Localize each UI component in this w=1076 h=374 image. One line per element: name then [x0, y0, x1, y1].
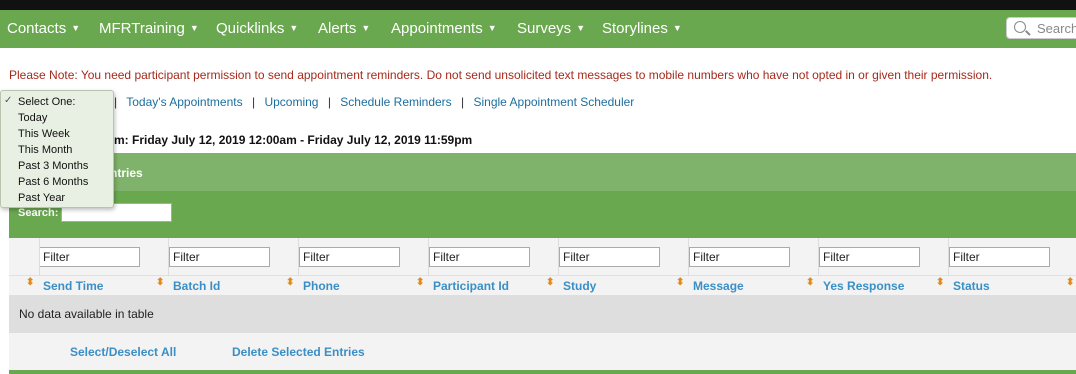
delete-selected-entries-link[interactable]: Delete Selected Entries	[232, 345, 365, 359]
window-top-strip	[0, 0, 1076, 10]
filter-message[interactable]: Filter	[689, 247, 790, 267]
dropdown-option-this-week[interactable]: This Week	[18, 128, 70, 140]
sort-icon[interactable]: ⬍	[936, 277, 944, 288]
link-todays-appointments[interactable]: Today's Appointments	[126, 95, 242, 109]
filter-yes-response[interactable]: Filter	[819, 247, 920, 267]
nav-alerts[interactable]: Alerts ▼	[318, 20, 370, 37]
global-search-placeholder: Search	[1037, 21, 1076, 36]
appointment-subnav: | Today's Appointments | Upcoming | Sche…	[114, 95, 634, 109]
sort-icon[interactable]: ⬍	[416, 277, 424, 288]
chevron-down-icon: ▼	[361, 23, 371, 33]
column-message[interactable]: Message	[693, 279, 744, 293]
table-footer: Select/Deselect All Delete Selected Entr…	[9, 333, 1076, 371]
date-range-text: m: Friday July 12, 2019 12:00am - Friday…	[114, 133, 473, 147]
column-send-time[interactable]: Send Time	[43, 279, 103, 293]
sort-icon[interactable]: ⬍	[546, 277, 554, 288]
link-schedule-reminders[interactable]: Schedule Reminders	[340, 95, 451, 109]
link-single-appointment-scheduler[interactable]: Single Appointment Scheduler	[474, 95, 635, 109]
filter-phone[interactable]: Filter	[299, 247, 400, 267]
nav-contacts[interactable]: Contacts ▼	[7, 20, 80, 37]
chevron-down-icon: ▼	[576, 23, 586, 33]
sort-icon[interactable]: ⬍	[1066, 277, 1074, 288]
chevron-down-icon: ▼	[672, 23, 682, 33]
nav-mfrtraining[interactable]: MFRTraining ▼	[99, 20, 199, 37]
link-separator: |	[114, 95, 118, 109]
empty-table-row: No data available in table	[9, 295, 1076, 333]
nav-quicklinks[interactable]: Quicklinks ▼	[216, 20, 298, 37]
nav-quicklinks-label: Quicklinks	[216, 20, 285, 37]
nav-surveys-label: Surveys	[517, 20, 572, 37]
link-separator: |	[327, 95, 331, 109]
nav-surveys[interactable]: Surveys ▼	[517, 20, 585, 37]
filter-row: Filter Filter Filter Filter Filter Filte…	[9, 238, 1076, 276]
dropdown-option-past-year[interactable]: Past Year	[18, 192, 65, 204]
column-study[interactable]: Study	[563, 279, 596, 293]
search-icon	[1014, 21, 1026, 33]
sort-icon[interactable]: ⬍	[676, 277, 684, 288]
empty-table-message: No data available in table	[19, 307, 154, 321]
chevron-down-icon: ▼	[71, 23, 81, 33]
date-range-dropdown[interactable]: ✓ Select One: Today This Week This Month…	[0, 90, 114, 208]
nav-appointments[interactable]: Appointments ▼	[391, 20, 497, 37]
link-separator: |	[251, 95, 256, 109]
column-participant-id[interactable]: Participant Id	[433, 279, 509, 293]
nav-mfrtraining-label: MFRTraining	[99, 20, 185, 37]
nav-alerts-label: Alerts	[318, 20, 357, 37]
permission-notice: Please Note: You need participant permis…	[9, 68, 993, 82]
panel-bottom-border	[9, 370, 1076, 374]
table-header-row: ⬍ Send Time ⬍ Batch Id ⬍ Phone ⬍ Partici…	[9, 276, 1076, 295]
sort-icon[interactable]: ⬍	[286, 277, 294, 288]
filter-participant-id[interactable]: Filter	[429, 247, 530, 267]
link-upcoming[interactable]: Upcoming	[264, 95, 318, 109]
link-separator: |	[461, 95, 465, 109]
dropdown-option-today[interactable]: Today	[18, 112, 47, 124]
table-search-label: Search:	[18, 207, 59, 219]
nav-storylines-label: Storylines	[602, 20, 668, 37]
checkmark-icon: ✓	[4, 95, 13, 106]
entries-panel-header	[9, 153, 1076, 238]
sort-icon[interactable]: ⬍	[806, 277, 814, 288]
filter-batch-id[interactable]: Filter	[169, 247, 270, 267]
select-deselect-all-link[interactable]: Select/Deselect All	[70, 345, 176, 359]
filter-study[interactable]: Filter	[559, 247, 660, 267]
chevron-down-icon: ▼	[189, 23, 199, 33]
filter-status[interactable]: Filter	[949, 247, 1050, 267]
column-status[interactable]: Status	[953, 279, 990, 293]
main-navbar: Contacts ▼ MFRTraining ▼ Quicklinks ▼ Alert…	[0, 10, 1076, 48]
column-yes-response[interactable]: Yes Response	[823, 279, 904, 293]
nav-storylines[interactable]: Storylines ▼	[602, 20, 682, 37]
nav-appointments-label: Appointments	[391, 20, 483, 37]
column-phone[interactable]: Phone	[303, 279, 340, 293]
panel-title: ntries	[110, 166, 143, 180]
filter-send-time[interactable]: Filter	[39, 247, 140, 267]
nav-contacts-label: Contacts	[7, 20, 67, 37]
dropdown-option-this-month[interactable]: This Month	[18, 144, 72, 156]
dropdown-option-past-6-months[interactable]: Past 6 Months	[18, 176, 88, 188]
sort-icon[interactable]: ⬍	[26, 277, 34, 288]
sort-icon[interactable]: ⬍	[156, 277, 164, 288]
column-batch-id[interactable]: Batch Id	[173, 279, 220, 293]
chevron-down-icon: ▼	[487, 23, 497, 33]
dropdown-option-select-one[interactable]: Select One:	[18, 96, 75, 108]
dropdown-option-past-3-months[interactable]: Past 3 Months	[18, 160, 88, 172]
chevron-down-icon: ▼	[289, 23, 299, 33]
global-search-input[interactable]: Search	[1006, 17, 1076, 39]
